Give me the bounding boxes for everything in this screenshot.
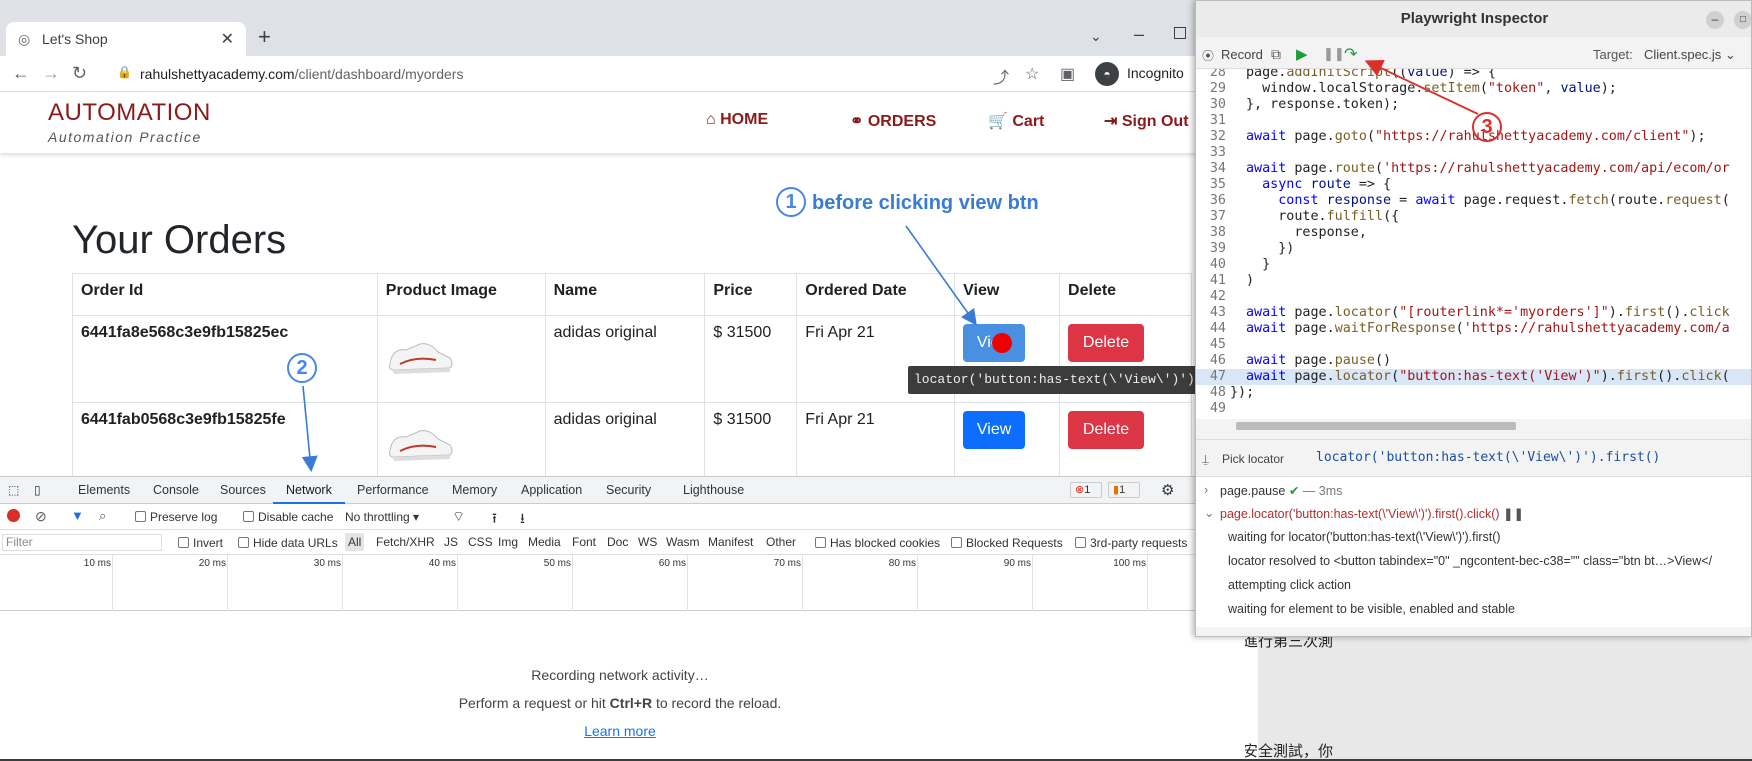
pick-locator-bar: ⍊ Pick locator locator('button:has-text(…: [1196, 439, 1751, 477]
code-line: 37 route.fulfill({: [1209, 209, 1400, 224]
code-line: 46 await page.pause(): [1209, 353, 1392, 368]
checkmark-icon: ✔: [1288, 484, 1300, 498]
playwright-inspector-window: Playwright Inspector – □ ⦿ Record ⧉ ▶ ❚❚…: [1195, 0, 1752, 637]
pause-icon: ❚❚: [1503, 507, 1524, 521]
log-entry-text: page.pause: [1220, 484, 1286, 498]
log-detail: waiting for locator('button:has-text(\'V…: [1228, 530, 1501, 544]
code-line: 49: [1209, 401, 1226, 416]
code-line: 48});: [1209, 385, 1255, 400]
code-line: 41): [1209, 273, 1255, 288]
log-detail: waiting for element to be visible, enabl…: [1228, 602, 1515, 616]
browser-window: ◎ Let's Shop ✕ + ⌄ – ← → ↻ 🔒 rahulshetty…: [0, 0, 1245, 759]
code-line: 42: [1209, 289, 1226, 304]
chevron-right-icon[interactable]: ›: [1204, 483, 1208, 497]
locator-input[interactable]: locator('button:has-text(\'View\')').fir…: [1316, 450, 1660, 465]
log-detail: attempting click action: [1228, 578, 1351, 592]
pick-locator-icon[interactable]: ⍊: [1202, 452, 1209, 467]
code-line-current: 47 await page.locator("button:has-text('V…: [1196, 369, 1751, 385]
annotation-arrow: [1364, 60, 1479, 115]
scrollbar-thumb[interactable]: [1236, 422, 1516, 430]
log-entry-active[interactable]: page.locator('button:has-text(\'View\')'…: [1220, 506, 1524, 521]
code-line: 45: [1209, 337, 1226, 352]
log-detail: locator resolved to <button tabindex="0"…: [1228, 554, 1713, 568]
horizontal-scrollbar[interactable]: [1226, 419, 1751, 433]
log-entry-text: page.locator('button:has-text(\'View\')'…: [1220, 507, 1500, 521]
log-entry-time: — 3ms: [1302, 484, 1343, 498]
code-line: 44 await page.waitForResponse('https://ra…: [1209, 321, 1730, 336]
pick-locator-button[interactable]: Pick locator: [1222, 452, 1284, 466]
code-line: 39 }): [1209, 241, 1295, 256]
code-line: 43 await page.locator("[routerlink*='myor…: [1209, 305, 1730, 320]
code-line: 40 }: [1209, 257, 1271, 272]
code-line: 38 response,: [1209, 225, 1367, 240]
background-doc-line: 安全測試，你: [1243, 742, 1334, 760]
call-log: › page.pause ✔ — 3ms ⌄ page.locator('but…: [1196, 477, 1751, 627]
annotation-arrows: [301, 225, 977, 473]
chevron-down-icon[interactable]: ⌄: [1204, 505, 1214, 520]
log-entry[interactable]: page.pause ✔ — 3ms: [1220, 483, 1342, 498]
